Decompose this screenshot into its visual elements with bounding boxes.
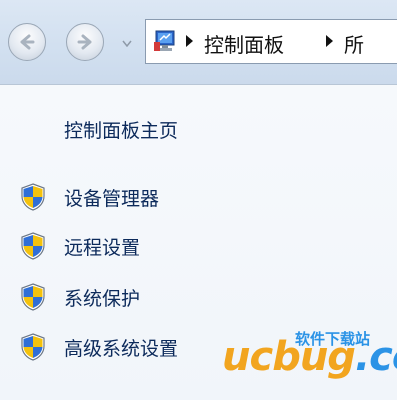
task-label: 设备管理器 [64, 187, 160, 210]
task-system-protection[interactable]: 系统保护 [18, 281, 140, 313]
control-panel-icon [154, 30, 175, 51]
forward-button[interactable] [66, 23, 104, 61]
back-button[interactable] [8, 23, 46, 61]
address-bar[interactable]: 控制面板 所 [145, 19, 397, 64]
uac-shield-icon [21, 333, 45, 361]
breadcrumb-all-items[interactable]: 所 [344, 29, 364, 58]
recent-pages-button[interactable] [121, 38, 133, 48]
watermark-domain: .cc [354, 334, 397, 380]
breadcrumb-separator[interactable] [326, 35, 333, 47]
forward-arrow-icon [77, 34, 92, 50]
uac-shield-icon [21, 183, 45, 211]
task-device-manager[interactable]: 设备管理器 [18, 181, 159, 213]
control-panel-home-link[interactable]: 控制面板主页 [64, 116, 178, 143]
navigation-bar: 控制面板 所 [0, 0, 397, 84]
breadcrumb-separator[interactable] [186, 35, 193, 47]
site-watermark: 软件下载站 ucbug.cc [200, 318, 397, 400]
task-label: 系统保护 [64, 287, 141, 310]
task-remote-settings[interactable]: 远程设置 [18, 230, 140, 262]
task-label: 高级系统设置 [64, 337, 179, 360]
back-arrow-icon [20, 34, 35, 50]
task-advanced-system-settings[interactable]: 高级系统设置 [18, 331, 178, 363]
uac-shield-icon [21, 232, 45, 260]
task-label: 远程设置 [64, 236, 141, 259]
watermark-brand: ucbug [222, 334, 356, 380]
breadcrumb-control-panel[interactable]: 控制面板 [204, 29, 284, 58]
chevron-down-icon [122, 40, 132, 47]
watermark-logo: ucbug.cc [222, 334, 397, 380]
uac-shield-icon [21, 283, 45, 311]
